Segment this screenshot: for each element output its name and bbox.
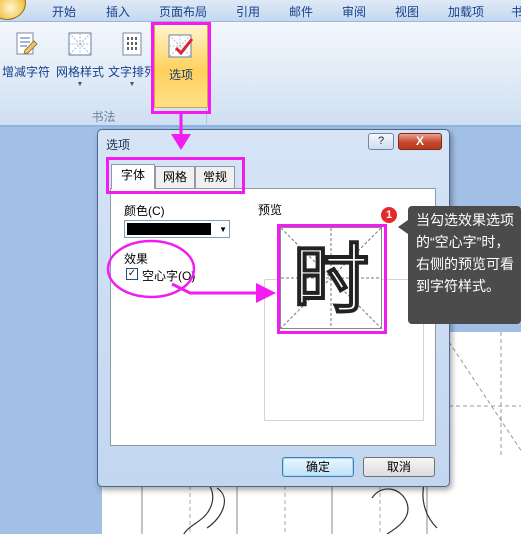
callout-tail xyxy=(398,220,408,234)
callout-note: 当勾选效果选项的“空心字”时，右侧的预览可看到字符样式。 xyxy=(408,206,521,324)
arrow-right-head xyxy=(256,283,276,303)
tab-font[interactable]: 字体 xyxy=(111,164,155,189)
callout-badge: 1 xyxy=(380,206,398,224)
arrow-down-head xyxy=(171,134,191,150)
